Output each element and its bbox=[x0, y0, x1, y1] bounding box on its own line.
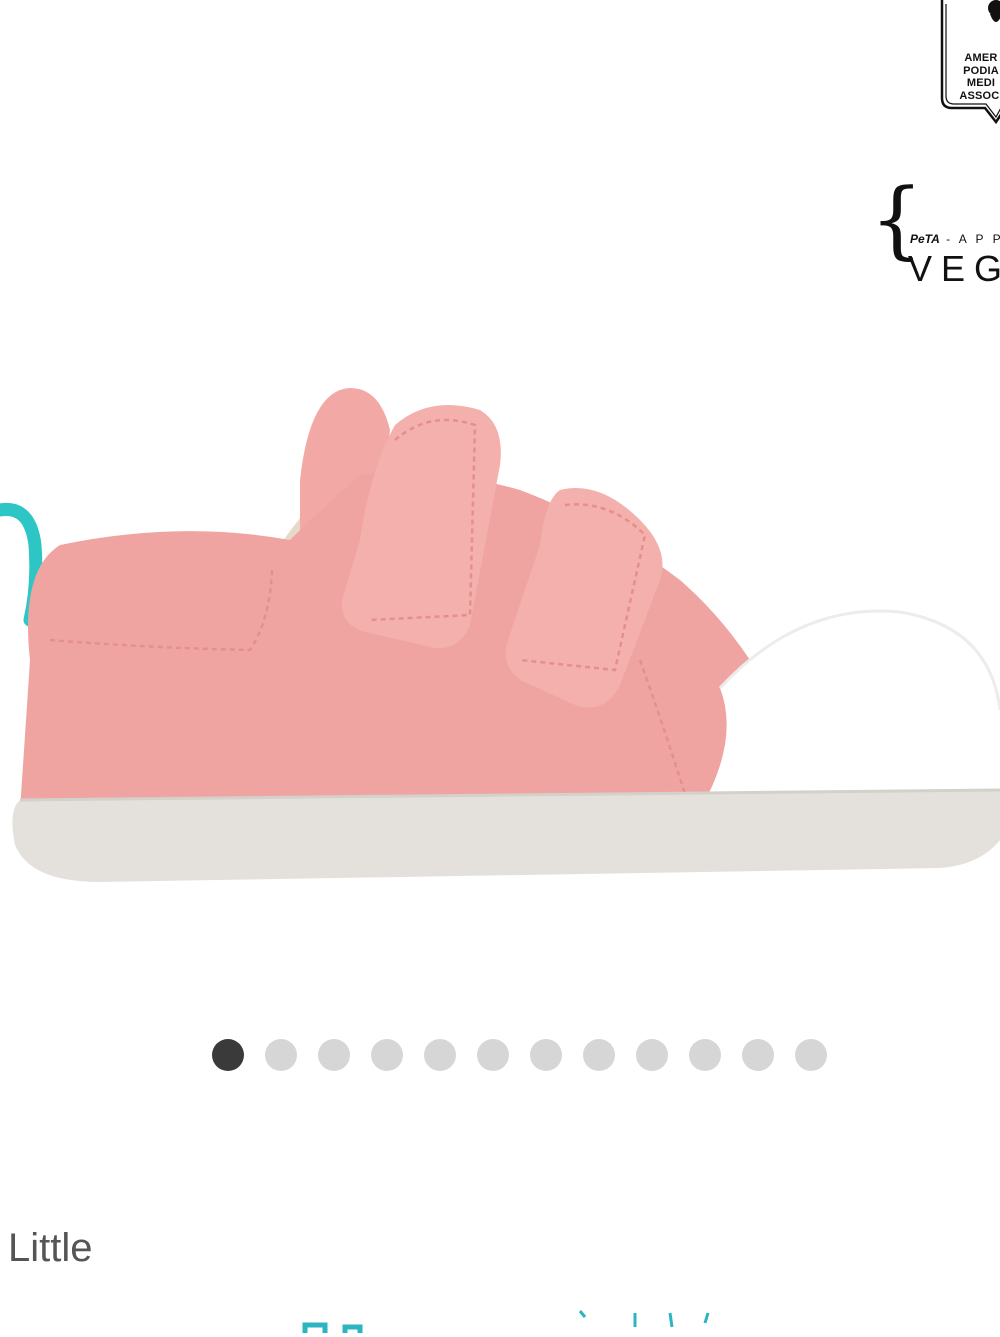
carousel-dot-12[interactable] bbox=[795, 1039, 827, 1071]
carousel-dot-4[interactable] bbox=[371, 1039, 403, 1071]
carousel-dot-9[interactable] bbox=[636, 1039, 668, 1071]
carousel-dot-6[interactable] bbox=[477, 1039, 509, 1071]
carousel-dot-3[interactable] bbox=[318, 1039, 350, 1071]
apma-line-3: MEDI bbox=[966, 77, 996, 89]
carousel-dot-5[interactable] bbox=[424, 1039, 456, 1071]
peta-vegan-badge: { PeTA - A P P R VEG bbox=[870, 177, 1000, 289]
apma-seal-text: AMER PODIA MEDI ASSOCI bbox=[946, 52, 1000, 102]
carousel-dot-11[interactable] bbox=[742, 1039, 774, 1071]
carousel-pagination bbox=[0, 1039, 1000, 1071]
peta-approved-line: PeTA - A P P R bbox=[910, 232, 1000, 246]
pink-velcro-sneaker-image bbox=[0, 388, 1000, 882]
apma-line-4: ASSOCI bbox=[959, 89, 1000, 102]
apma-line-2: PODIA bbox=[963, 64, 999, 77]
peta-vegan-text: VEG bbox=[908, 248, 1000, 289]
peta-approved-text: - A P P R bbox=[946, 232, 1000, 246]
apma-line-1: AMER bbox=[964, 52, 998, 64]
carousel-dot-2[interactable] bbox=[265, 1039, 297, 1071]
peta-logo: PeTA bbox=[910, 232, 940, 246]
carousel-dot-7[interactable] bbox=[530, 1039, 562, 1071]
carousel-dot-1[interactable] bbox=[212, 1039, 244, 1071]
product-image[interactable] bbox=[0, 370, 1000, 910]
category-label: Little bbox=[8, 1226, 93, 1270]
carousel-dot-10[interactable] bbox=[689, 1039, 721, 1071]
carousel-dot-8[interactable] bbox=[583, 1039, 615, 1071]
decorative-sun-icon bbox=[290, 1305, 750, 1333]
